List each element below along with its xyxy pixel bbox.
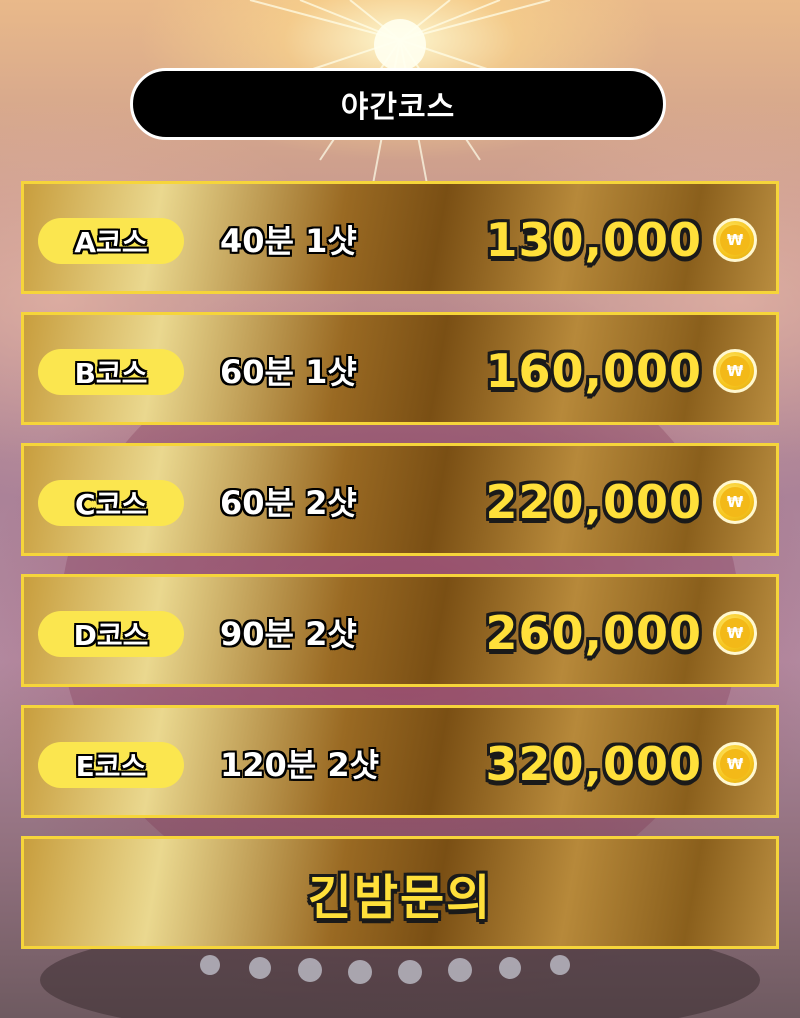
course-name: C코스 xyxy=(74,488,148,521)
won-symbol: ₩ xyxy=(720,618,750,648)
contact-button[interactable]: 긴밤문의 xyxy=(21,836,779,949)
course-name-badge: A코스 xyxy=(38,218,184,264)
course-name: B코스 xyxy=(74,357,148,390)
won-symbol: ₩ xyxy=(720,749,750,779)
course-price: 320,000 xyxy=(485,737,702,791)
course-duration: 90분 2샷 xyxy=(220,615,357,653)
course-name: A코스 xyxy=(74,226,148,259)
won-coin-icon: ₩ xyxy=(713,742,757,786)
course-name-badge: E코스 xyxy=(38,742,184,788)
course-row-d[interactable]: D코스 90분 2샷 260,000 ₩ xyxy=(21,574,779,687)
course-duration: 120분 2샷 xyxy=(220,746,380,784)
won-coin-icon: ₩ xyxy=(713,480,757,524)
course-price: 160,000 xyxy=(485,344,702,398)
won-coin-icon: ₩ xyxy=(713,349,757,393)
won-symbol: ₩ xyxy=(720,487,750,517)
course-row-a[interactable]: A코스 40분 1샷 130,000 ₩ xyxy=(21,181,779,294)
course-name-badge: B코스 xyxy=(38,349,184,395)
course-price: 220,000 xyxy=(485,475,702,529)
won-symbol: ₩ xyxy=(720,356,750,386)
course-duration: 60분 2샷 xyxy=(220,484,357,522)
course-name: E코스 xyxy=(75,750,147,783)
course-name-badge: D코스 xyxy=(38,611,184,657)
course-duration: 40분 1샷 xyxy=(220,222,357,260)
contact-button-label: 긴밤문의 xyxy=(307,869,493,926)
won-coin-icon: ₩ xyxy=(713,218,757,262)
page-title-banner: 야간코스 xyxy=(130,68,666,140)
won-symbol: ₩ xyxy=(720,225,750,255)
course-row-b[interactable]: B코스 60분 1샷 160,000 ₩ xyxy=(21,312,779,425)
course-duration: 60분 1샷 xyxy=(220,353,357,391)
course-name-badge: C코스 xyxy=(38,480,184,526)
course-price: 260,000 xyxy=(485,606,702,660)
course-name: D코스 xyxy=(73,619,149,652)
page-title: 야간코스 xyxy=(340,90,456,125)
course-row-c[interactable]: C코스 60분 2샷 220,000 ₩ xyxy=(21,443,779,556)
course-row-e[interactable]: E코스 120분 2샷 320,000 ₩ xyxy=(21,705,779,818)
won-coin-icon: ₩ xyxy=(713,611,757,655)
course-price: 130,000 xyxy=(485,213,702,267)
